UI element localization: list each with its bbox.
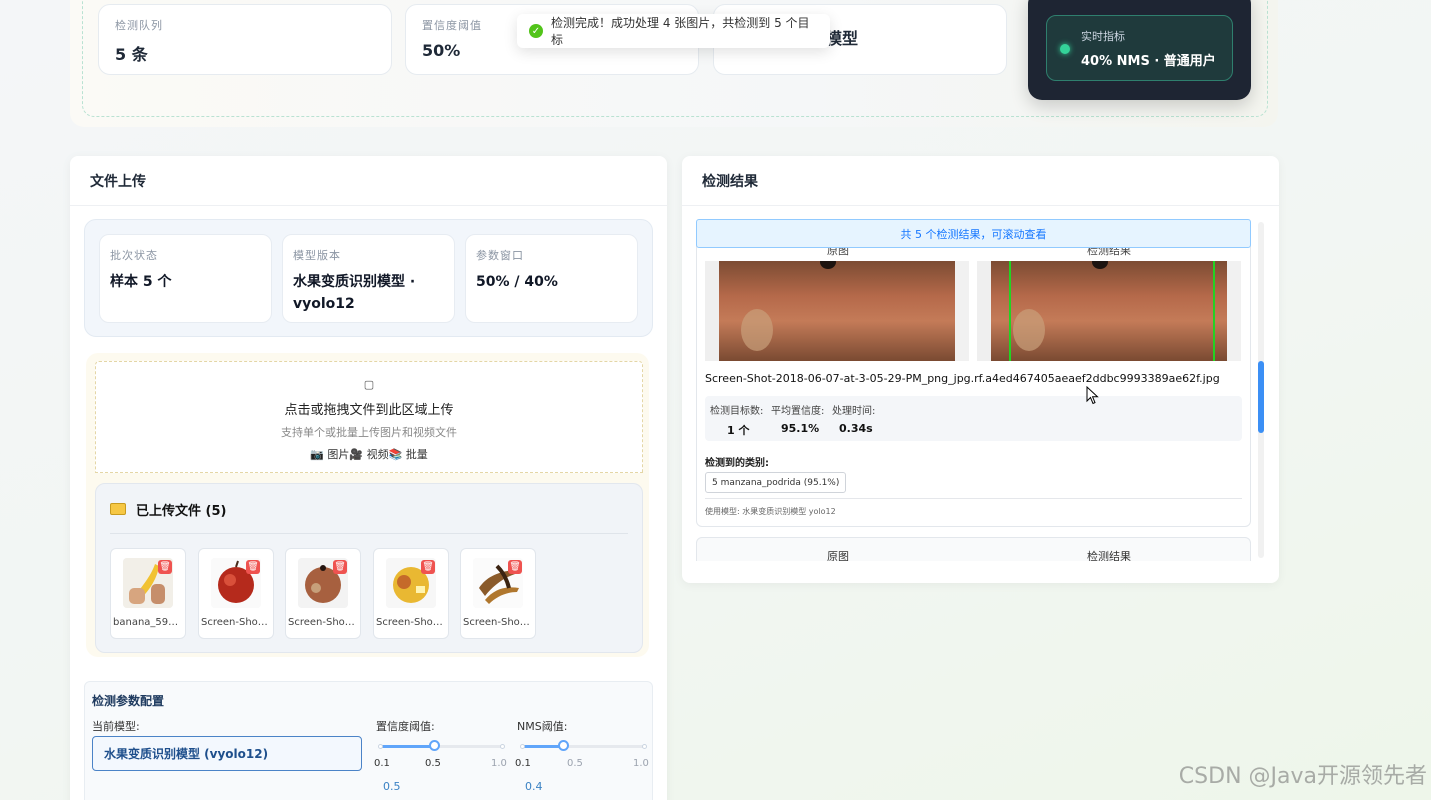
nms-slider-value: 0.4 — [525, 780, 543, 793]
result-card: 原图 检测结果 — [696, 537, 1251, 561]
confidence-slider-label: 置信度阈值: — [376, 720, 435, 733]
targets-value: 1 个 — [727, 424, 750, 437]
folder-icon — [110, 503, 126, 515]
detection-params: 检测参数配置 当前模型: 水果变质识别模型 (vyolo12) 置信度阈值: 0… — [84, 681, 653, 800]
nms-max-tick: 1.0 — [633, 758, 649, 769]
original-image — [705, 261, 969, 361]
file-name: banana_59_j... — [113, 617, 183, 628]
delete-icon[interactable]: 🗑 — [508, 560, 522, 574]
file-item[interactable]: 🗑 Screen-Shot-... — [198, 548, 274, 639]
params-title: 检测参数配置 — [92, 694, 165, 708]
metric-label: 实时指标 — [1081, 30, 1125, 43]
model-version-label: 模型版本 — [293, 249, 341, 262]
param-window-card: 参数窗口 50% / 40% — [465, 234, 638, 323]
results-panel-title: 检测结果 — [682, 156, 1279, 206]
inbox-icon: ▢ — [363, 378, 375, 391]
delete-icon[interactable]: 🗑 — [158, 560, 172, 574]
file-name: Screen-Shot-... — [201, 617, 271, 628]
bounding-box-edge — [1213, 261, 1215, 361]
file-item[interactable]: 🗑 Screen-Shot-... — [373, 548, 449, 639]
results-scroll-area[interactable]: 原图 检测结果 Screen-Shot-2018-06-07-at-3-05-2… — [696, 219, 1251, 561]
uploaded-files: 已上传文件 (5) 🗑 banana_59_j... 🗑 Screen-Shot… — [95, 483, 643, 653]
model-used-text: 使用模型: 水果变质识别模型 yolo12 — [705, 507, 836, 516]
batch-status-value: 样本 5 个 — [110, 274, 172, 290]
file-item[interactable]: 🗑 Screen-Shot-... — [285, 548, 361, 639]
check-circle-icon: ✓ — [529, 24, 543, 38]
confidence-mid-tick: 0.5 — [425, 758, 441, 769]
success-toast: ✓ 检测完成！成功处理 4 张图片，共检测到 5 个目标 — [517, 14, 830, 48]
nms-mid-tick: 0.5 — [567, 758, 583, 769]
dropzone-types: 📷 图片🎥 视频📚 批量 — [310, 448, 428, 461]
batch-status-card: 批次状态 样本 5 个 — [99, 234, 272, 323]
mouse-cursor-icon — [1086, 386, 1099, 405]
file-item[interactable]: 🗑 Screen-Shot-... — [460, 548, 536, 639]
bounding-box-edge — [1009, 261, 1011, 361]
model-label: 当前模型: — [92, 720, 140, 733]
dropzone-title: 点击或拖拽文件到此区域上传 — [284, 403, 454, 418]
result-stats: 检测目标数: 平均置信度: 处理时间: 1 个 95.1% 0.34s — [705, 396, 1242, 441]
upload-panel-title: 文件上传 — [70, 156, 667, 206]
confidence-slider-fill — [380, 745, 435, 748]
nms-slider-fill — [522, 745, 563, 748]
confidence-slider-value: 0.5 — [383, 780, 401, 793]
dropzone-subtitle: 支持单个或批量上传图片和视频文件 — [281, 426, 457, 439]
processing-time-label: 处理时间: — [832, 406, 876, 417]
nms-slider-label: NMS阈值: — [517, 720, 568, 733]
uploaded-files-title: 已上传文件 (5) — [136, 504, 227, 519]
result-filename: Screen-Shot-2018-06-07-at-3-05-29-PM_png… — [705, 372, 1220, 385]
file-name: Screen-Shot-... — [463, 617, 533, 628]
status-dot-icon — [1060, 44, 1070, 54]
results-info-banner: 共 5 个检测结果，可滚动查看 — [696, 219, 1251, 248]
nms-slider[interactable] — [520, 740, 647, 751]
realtime-metric-box: 实时指标 40% NMS · 普通用户 — [1028, 0, 1251, 100]
confidence-slider-handle[interactable] — [429, 740, 441, 751]
file-item[interactable]: 🗑 banana_59_j... — [110, 548, 186, 639]
batch-status-label: 批次状态 — [110, 249, 158, 262]
nms-slider-handle[interactable] — [557, 740, 569, 751]
toast-message: 检测完成！成功处理 4 张图片，共检测到 5 个目标 — [551, 16, 810, 47]
confidence-min-tick: 0.1 — [374, 758, 390, 769]
result-card: 原图 检测结果 Screen-Shot-2018-06-07-at-3-05-2… — [696, 239, 1251, 527]
detected-image-caption: 检测结果 — [1087, 550, 1131, 561]
batch-summary: 批次状态 样本 5 个 模型版本 水果变质识别模型 · vyolo12 参数窗口… — [84, 219, 653, 337]
nms-min-tick: 0.1 — [515, 758, 531, 769]
metric-value: 40% NMS · 普通用户 — [1081, 54, 1216, 69]
file-name: Screen-Shot-... — [288, 617, 358, 628]
delete-icon[interactable]: 🗑 — [333, 560, 347, 574]
results-panel: 检测结果 原图 检测结果 Screen-Shot-2018-06-07-at-3… — [682, 156, 1279, 583]
param-window-label: 参数窗口 — [476, 249, 524, 262]
delete-icon[interactable]: 🗑 — [246, 560, 260, 574]
confidence-slider[interactable] — [378, 740, 505, 751]
queue-value: 5 条 — [115, 45, 148, 64]
upload-area: ▢ 点击或拖拽文件到此区域上传 支持单个或批量上传图片和视频文件 📷 图片🎥 视… — [86, 353, 649, 657]
file-name: Screen-Shot-... — [376, 617, 446, 628]
model-select[interactable]: 水果变质识别模型 (vyolo12) — [92, 736, 362, 771]
upload-dropzone[interactable]: ▢ 点击或拖拽文件到此区域上传 支持单个或批量上传图片和视频文件 📷 图片🎥 视… — [95, 361, 643, 473]
upload-panel: 文件上传 批次状态 样本 5 个 模型版本 水果变质识别模型 · vyolo12… — [70, 156, 667, 800]
results-scrollbar-thumb[interactable] — [1258, 361, 1264, 433]
avg-confidence-label: 平均置信度: — [771, 406, 825, 417]
original-image-caption: 原图 — [827, 550, 849, 561]
queue-label: 检测队列 — [115, 19, 163, 32]
delete-icon[interactable]: 🗑 — [421, 560, 435, 574]
processing-time-value: 0.34s — [839, 422, 873, 435]
targets-label: 检测目标数: — [710, 406, 764, 417]
param-window-value: 50% / 40% — [476, 274, 558, 290]
divider — [705, 498, 1242, 499]
detected-image — [977, 261, 1241, 361]
class-tag: 5 manzana_podrida (95.1%) — [705, 472, 847, 493]
watermark: CSDN @Java开源领先者 — [1178, 764, 1427, 789]
avg-confidence-value: 95.1% — [781, 422, 820, 435]
uploaded-files-header: 已上传文件 (5) — [110, 500, 628, 534]
realtime-metric: 实时指标 40% NMS · 普通用户 — [1046, 15, 1233, 81]
model-version-value: 水果变质识别模型 · vyolo12 — [293, 274, 416, 313]
confidence-max-tick: 1.0 — [491, 758, 507, 769]
model-version-card: 模型版本 水果变质识别模型 · vyolo12 — [282, 234, 455, 323]
queue-card: 检测队列 5 条 — [98, 4, 392, 75]
classes-title: 检测到的类别: — [705, 458, 769, 469]
